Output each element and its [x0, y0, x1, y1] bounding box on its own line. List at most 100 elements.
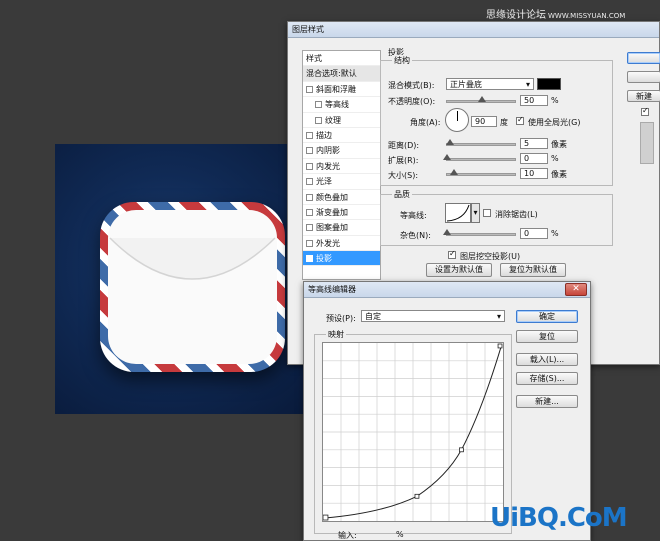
style-item-label: 斜面和浮雕: [316, 84, 356, 94]
contour-preview[interactable]: [445, 203, 471, 223]
spread-slider[interactable]: [443, 154, 516, 161]
style-item-checkbox[interactable]: [306, 162, 313, 170]
style-item[interactable]: 等高线: [303, 97, 380, 113]
style-item-checkbox[interactable]: [306, 131, 313, 139]
opacity-slider[interactable]: [446, 96, 516, 103]
noise-slider[interactable]: [443, 229, 516, 236]
style-item-checkbox[interactable]: [306, 193, 313, 201]
preview-checkbox[interactable]: [641, 106, 649, 116]
size-slider[interactable]: [446, 169, 516, 176]
reset-button[interactable]: 复位: [516, 330, 578, 343]
distance-field[interactable]: 5: [520, 138, 548, 149]
size-field[interactable]: 10: [520, 168, 548, 179]
top-watermark: 思缘设计论坛 WWW.MISSYUAN.COM: [486, 10, 626, 21]
style-item-checkbox[interactable]: [306, 147, 313, 155]
style-item[interactable]: 颜色叠加: [303, 190, 380, 205]
angle-unit: 度: [500, 118, 508, 127]
style-item[interactable]: 光泽: [303, 174, 380, 190]
mail-app-icon: [100, 202, 285, 372]
angle-label: 角度(A):: [410, 118, 441, 127]
style-item[interactable]: 图案叠加: [303, 220, 380, 236]
anti-alias-checkbox[interactable]: [483, 209, 491, 217]
style-item-checkbox[interactable]: [315, 101, 322, 109]
blend-mode-label: 混合模式(B):: [388, 81, 435, 90]
site-watermark: UiBQ.CoM: [490, 503, 628, 533]
contour-editor-dialog: 等高线编辑器 ✕ 预设(P): 自定 ▾ 映射 输入: % 确定 复位 载入(L…: [303, 281, 591, 541]
blend-mode-select[interactable]: 正片叠底 ▾: [446, 78, 534, 90]
global-light-checkbox[interactable]: [516, 115, 524, 125]
angle-dial[interactable]: [445, 108, 469, 132]
chevron-down-icon: ▾: [496, 312, 501, 321]
knockout-label: 图层挖空投影(U): [460, 252, 521, 261]
style-item[interactable]: 内发光: [303, 159, 380, 175]
style-item-label: 颜色叠加: [316, 192, 348, 202]
ok-button[interactable]: [627, 52, 660, 64]
curve-svg: [323, 343, 503, 521]
input-unit: %: [396, 530, 404, 539]
distance-unit: 像素: [551, 140, 567, 149]
mapping-label: 映射: [326, 329, 346, 340]
chevron-down-icon: ▾: [525, 80, 530, 89]
style-item-checkbox[interactable]: [306, 85, 313, 93]
envelope-flap-icon: [109, 237, 276, 280]
layer-style-title: 图层样式: [288, 22, 659, 38]
load-button[interactable]: 载入(L)...: [516, 353, 578, 366]
style-item[interactable]: 外发光: [303, 236, 380, 252]
spread-field[interactable]: 0: [520, 153, 548, 164]
size-label: 大小(S):: [388, 171, 419, 180]
save-button[interactable]: 存储(S)...: [516, 372, 578, 385]
style-item-checkbox[interactable]: [306, 255, 313, 263]
curve-point[interactable]: [414, 493, 420, 499]
input-label: 输入:: [338, 531, 357, 540]
style-item-checkbox[interactable]: [306, 239, 313, 247]
style-item[interactable]: 投影: [303, 251, 380, 267]
styles-list: 样式 混合选项:默认 斜面和浮雕等高线纹理描边内阴影内发光光泽颜色叠加渐变叠加图…: [302, 50, 381, 280]
contour-dropdown-icon[interactable]: ▾: [471, 203, 480, 223]
slider-thumb[interactable]: [450, 169, 458, 175]
style-item-checkbox[interactable]: [306, 178, 313, 186]
style-item[interactable]: 内阴影: [303, 143, 380, 159]
set-default-button[interactable]: 设置为默认值: [426, 263, 492, 277]
curve-point[interactable]: [323, 514, 329, 521]
spread-label: 扩展(R):: [388, 156, 419, 165]
style-item-checkbox[interactable]: [315, 116, 322, 124]
style-item[interactable]: 描边: [303, 128, 380, 144]
style-item-checkbox[interactable]: [306, 224, 313, 232]
style-item-checkbox[interactable]: [306, 208, 313, 216]
curve-point[interactable]: [459, 447, 464, 453]
slider-thumb[interactable]: [443, 229, 451, 235]
contour-label: 等高线:: [400, 211, 427, 220]
photoshop-canvas: 思缘设计论坛 WWW.MISSYUAN.COM 图层样式 样式 混合选项:默认 斜…: [0, 0, 660, 541]
style-item[interactable]: 纹理: [303, 113, 380, 128]
reset-default-button[interactable]: 复位为默认值: [500, 263, 566, 277]
icon-face: [108, 210, 277, 364]
style-item[interactable]: 渐变叠加: [303, 205, 380, 221]
new-button[interactable]: 新建...: [516, 395, 578, 408]
slider-thumb[interactable]: [446, 139, 454, 145]
style-item-label: 内发光: [316, 161, 340, 171]
slider-thumb[interactable]: [478, 96, 486, 102]
noise-field[interactable]: 0: [520, 228, 548, 239]
angle-field[interactable]: 90: [471, 116, 497, 127]
new-style-button[interactable]: 新建: [627, 90, 660, 102]
curve-graph[interactable]: [322, 342, 504, 522]
slider-thumb[interactable]: [443, 154, 451, 160]
style-item-label: 纹理: [325, 115, 341, 125]
style-item-label: 等高线: [325, 100, 349, 110]
shadow-color-swatch[interactable]: [537, 78, 561, 90]
style-item-label: 内阴影: [316, 146, 340, 156]
ok-button[interactable]: 确定: [516, 310, 578, 323]
distance-slider[interactable]: [446, 139, 516, 146]
cancel-button[interactable]: [627, 71, 660, 83]
opacity-unit: %: [551, 96, 559, 105]
preset-select[interactable]: 自定 ▾: [361, 310, 505, 322]
opacity-field[interactable]: 50: [520, 95, 548, 106]
curve-point[interactable]: [497, 343, 503, 349]
noise-unit: %: [551, 229, 559, 238]
knockout-checkbox[interactable]: [448, 249, 456, 259]
blend-options-item[interactable]: 混合选项:默认: [303, 66, 380, 82]
styles-header[interactable]: 样式: [303, 51, 380, 67]
close-icon[interactable]: ✕: [565, 283, 587, 296]
style-item[interactable]: 斜面和浮雕: [303, 82, 380, 98]
structure-title: 结构: [392, 55, 412, 66]
